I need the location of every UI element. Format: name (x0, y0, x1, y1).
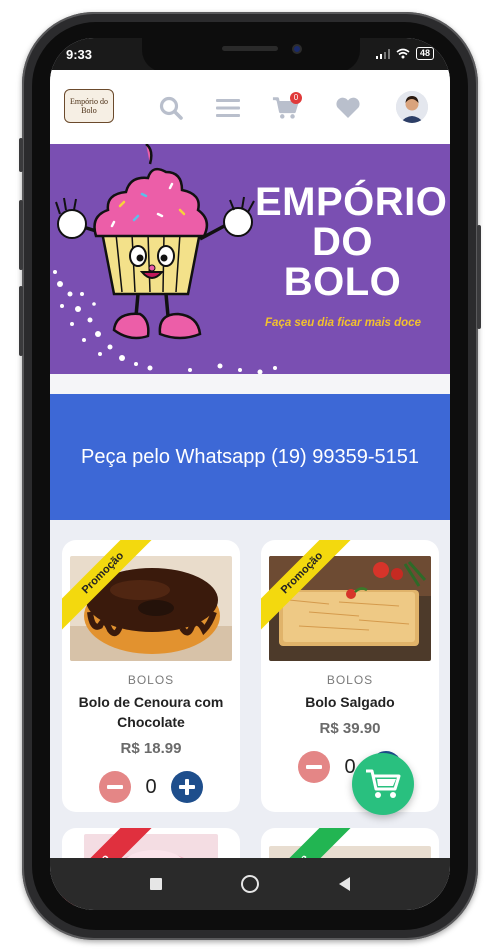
home-icon[interactable] (241, 875, 260, 893)
whatsapp-order-text: Peça pelo Whatsapp (19) 99359-5151 (80, 445, 419, 468)
banner-title-line2: DO (312, 220, 373, 264)
decrease-quantity-button[interactable] (99, 771, 132, 803)
product-name: Bolo Salgado (305, 694, 395, 710)
product-price: R$ 18.99 (120, 740, 182, 757)
heart-icon[interactable] (334, 94, 362, 122)
cart-count-badge: 0 (290, 92, 302, 104)
product-price: R$ 39.90 (319, 720, 381, 737)
system-navigation-bar (50, 858, 450, 910)
product-category: BOLOS (127, 673, 175, 687)
search-icon[interactable] (157, 94, 185, 122)
mute-switch (19, 138, 23, 172)
back-icon[interactable] (339, 877, 351, 891)
notch (142, 38, 360, 72)
whatsapp-order-banner[interactable]: Peça pelo Whatsapp (19) 99359-5151 (50, 394, 450, 520)
wifi-icon (396, 48, 410, 59)
hero-banner[interactable]: EMPÓRIO DO BOLO Faça seu dia ficar mais … (50, 144, 450, 374)
cart-icon[interactable]: 0 (272, 92, 302, 122)
banner-title: EMPÓRIO DO BOLO (255, 180, 448, 304)
store-logo[interactable]: Empório do Bolo (64, 89, 114, 123)
front-camera (292, 44, 302, 54)
banner-title-line1: EMPÓRIO (255, 180, 448, 224)
menu-icon[interactable] (214, 94, 242, 122)
recent-apps-icon[interactable] (149, 878, 162, 890)
top-navigation: Empório do Bolo 0 (50, 70, 450, 144)
status-time: 9:33 (66, 47, 93, 62)
signal-icon (375, 48, 390, 59)
battery-icon: 48 (415, 47, 434, 60)
logo-text: Empório do Bolo (70, 97, 108, 115)
earpiece (222, 46, 278, 51)
volume-down-button (19, 286, 23, 356)
status-icons: 48 (375, 47, 434, 60)
decrease-quantity-button[interactable] (298, 751, 331, 783)
banner-title-line3: BOLO (283, 260, 402, 304)
increase-quantity-button[interactable] (170, 771, 203, 803)
product-category: BOLOS (326, 673, 374, 687)
product-name: Bolo de Cenoura com Chocolate (78, 694, 224, 730)
user-avatar[interactable] (396, 91, 428, 123)
cart-icon (366, 769, 401, 798)
quantity-stepper: 0 (62, 771, 240, 803)
power-button (477, 225, 481, 329)
divider-strip (50, 374, 450, 394)
quantity-value: 0 (145, 775, 157, 798)
app-screen: 9:33 48 Empório do Bolo 0 EMPÓRIO DO BOL… (50, 38, 450, 910)
floating-cart-button[interactable] (352, 753, 414, 815)
volume-up-button (19, 200, 23, 270)
product-card[interactable]: Promoção BOLOS Bolo Salgado R$ 39.90 0 (261, 540, 439, 812)
banner-subtitle: Faça seu dia ficar mais doce (265, 317, 421, 329)
product-card[interactable]: Promoção BOLOS Bolo de Cenoura com Choco… (62, 540, 240, 812)
